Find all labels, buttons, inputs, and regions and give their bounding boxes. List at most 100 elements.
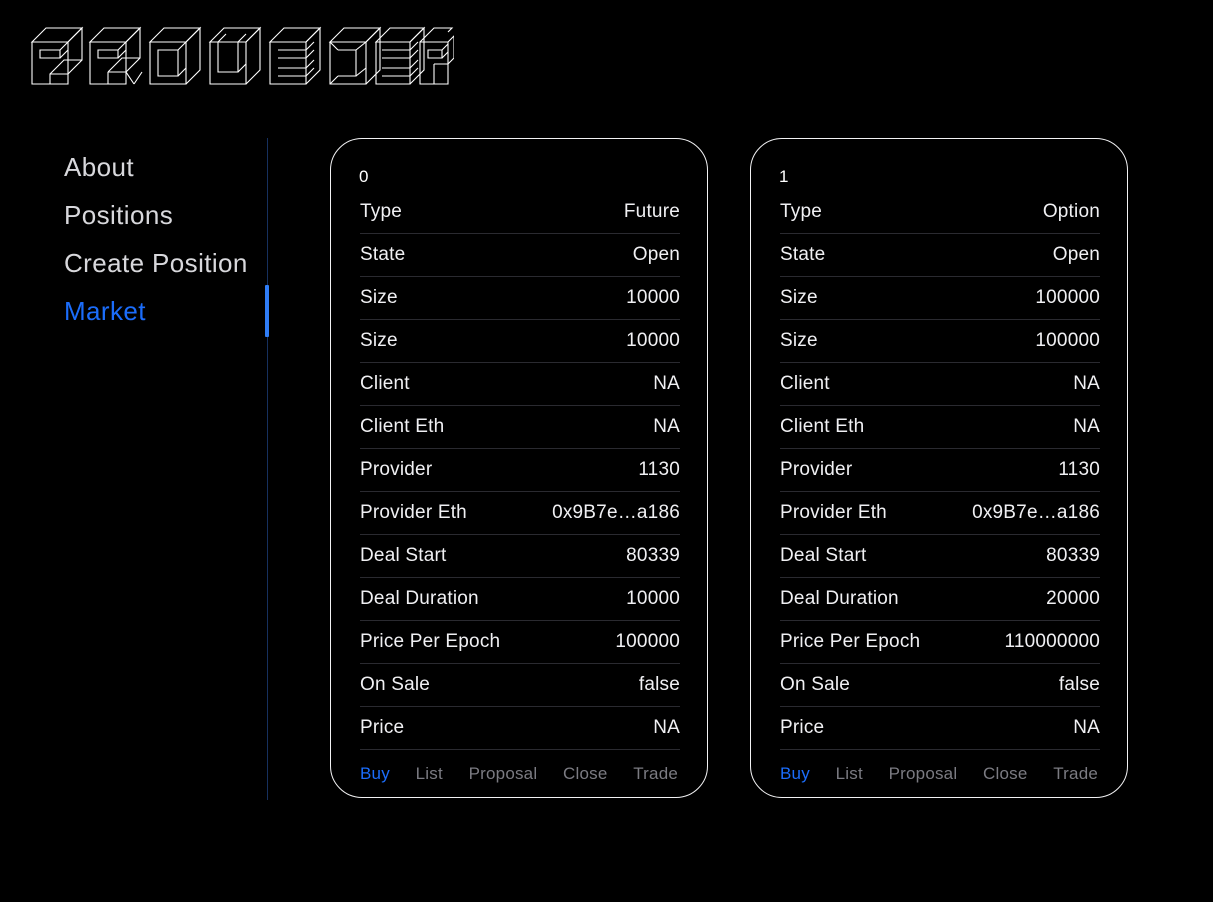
row-value: 100000 [1035,287,1100,308]
position-detail-list: Type Option State Open Size 100000 Size … [780,191,1100,794]
table-row: Deal Duration 10000 [360,578,680,621]
row-label: Price [360,717,405,738]
table-row: Provider Eth 0x9B7e…a186 [780,492,1100,535]
row-label: Price Per Epoch [360,631,501,652]
row-value: 0x9B7e…a186 [552,502,680,523]
position-card-actions: Buy List Proposal Close Trade [780,754,1100,794]
row-value: 100000 [1035,330,1100,351]
list-button[interactable]: List [836,764,863,784]
row-value: Open [1052,244,1100,265]
row-value: Future [623,201,680,222]
row-label: Provider Eth [780,502,887,523]
close-button[interactable]: Close [563,764,607,784]
row-label: Client [360,373,410,394]
table-row: Client Eth NA [360,406,680,449]
row-label: On Sale [780,674,851,695]
row-value: 10000 [626,588,680,609]
row-label: State [360,244,406,265]
row-label: Deal Start [780,545,867,566]
row-label: Client Eth [360,416,445,437]
row-label: Provider [360,459,433,480]
row-label: Price [780,717,825,738]
row-value: NA [1073,373,1100,394]
row-label: Provider Eth [360,502,467,523]
row-value: NA [653,373,680,394]
table-row: State Open [780,234,1100,277]
sidebar-divider [267,138,268,800]
list-button[interactable]: List [416,764,443,784]
row-label: On Sale [360,674,431,695]
row-value: 20000 [1046,588,1100,609]
position-card-index: 0 [359,167,369,186]
table-row: Client NA [780,363,1100,406]
trade-button[interactable]: Trade [1053,764,1098,784]
table-row: Deal Start 80339 [360,535,680,578]
row-value: 1130 [1058,459,1100,480]
table-row: On Sale false [780,664,1100,707]
row-value: NA [653,416,680,437]
row-value: NA [653,717,680,738]
row-value: Open [632,244,680,265]
row-label: Type [360,201,402,222]
buy-button[interactable]: Buy [780,764,810,784]
sidebar-item-market[interactable]: Market [64,296,146,327]
table-row: Price NA [780,707,1100,750]
row-label: Size [780,287,818,308]
sidebar-item-positions[interactable]: Positions [64,200,173,231]
sidebar-item-create-position[interactable]: Create Position [64,248,248,279]
table-row: Deal Duration 20000 [780,578,1100,621]
close-button[interactable]: Close [983,764,1027,784]
row-value: 10000 [626,330,680,351]
table-row: Price Per Epoch 110000000 [780,621,1100,664]
table-row: Size 10000 [360,320,680,363]
row-value: Option [1042,201,1100,222]
position-card-actions: Buy List Proposal Close Trade [360,754,680,794]
row-label: Price Per Epoch [780,631,921,652]
table-row: Provider 1130 [780,449,1100,492]
table-row: On Sale false [360,664,680,707]
position-card[interactable]: 0 Type Future State Open Size 10000 Size… [330,138,708,798]
proposal-button[interactable]: Proposal [889,764,958,784]
row-label: State [780,244,826,265]
sidebar-item-about[interactable]: About [64,152,134,183]
row-value: false [1058,674,1100,695]
row-label: Client Eth [780,416,865,437]
buy-button[interactable]: Buy [360,764,390,784]
table-row: Price Per Epoch 100000 [360,621,680,664]
app-logo[interactable] [24,14,454,92]
trade-button[interactable]: Trade [633,764,678,784]
table-row: State Open [360,234,680,277]
row-label: Size [780,330,818,351]
table-row: Client Eth NA [780,406,1100,449]
row-value: 1130 [638,459,680,480]
page-layout: About Positions Create Position Market 0… [0,130,1213,810]
row-value: 80339 [1046,545,1100,566]
position-detail-list: Type Future State Open Size 10000 Size 1… [360,191,680,794]
position-card-index: 1 [779,167,789,186]
table-row: Provider Eth 0x9B7e…a186 [360,492,680,535]
row-value: NA [1073,416,1100,437]
row-label: Provider [780,459,853,480]
row-label: Size [360,287,398,308]
row-value: false [638,674,680,695]
row-label: Deal Duration [780,588,899,609]
table-row: Type Future [360,191,680,234]
position-card[interactable]: 1 Type Option State Open Size 100000 Siz… [750,138,1128,798]
table-row: Client NA [360,363,680,406]
table-row: Size 10000 [360,277,680,320]
row-label: Deal Start [360,545,447,566]
sidebar-active-marker [265,285,269,337]
row-label: Deal Duration [360,588,479,609]
table-row: Type Option [780,191,1100,234]
row-value: 10000 [626,287,680,308]
provider-logo-icon [30,26,454,85]
table-row: Price NA [360,707,680,750]
table-row: Size 100000 [780,320,1100,363]
row-value: 110000000 [1004,631,1100,652]
market-position-cards: 0 Type Future State Open Size 10000 Size… [330,138,1140,800]
row-value: 0x9B7e…a186 [972,502,1100,523]
sidebar-nav: About Positions Create Position Market [0,130,269,800]
row-label: Client [780,373,830,394]
table-row: Size 100000 [780,277,1100,320]
proposal-button[interactable]: Proposal [469,764,538,784]
